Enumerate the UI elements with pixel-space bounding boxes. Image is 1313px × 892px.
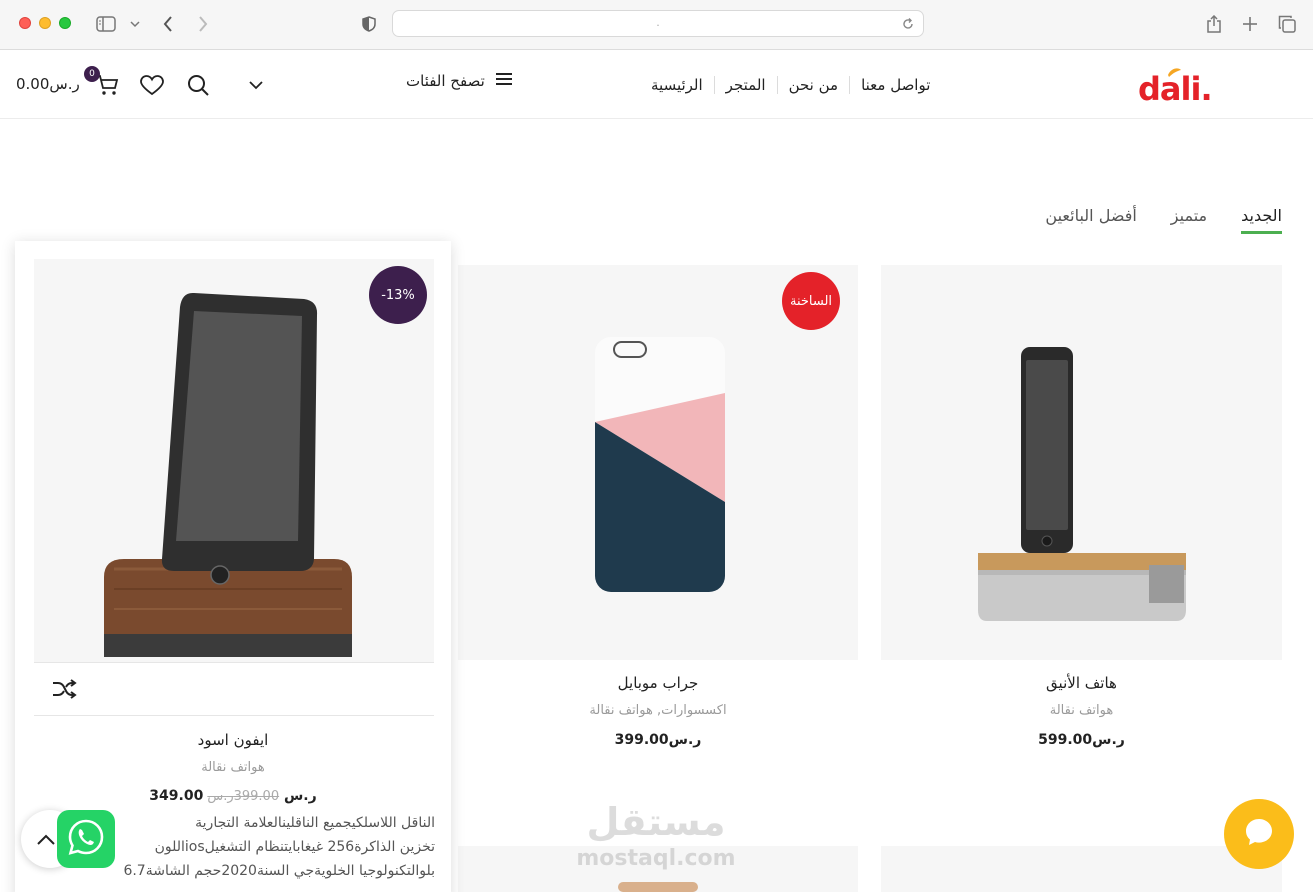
product-price: 399.00ر.س — [614, 732, 702, 748]
browser-toolbar: . — [0, 0, 1313, 50]
cart-count-badge: 0 — [84, 66, 100, 82]
search-icon[interactable] — [184, 71, 212, 99]
product-price: 599.00ر.س — [1038, 732, 1125, 748]
product-title[interactable]: هاتف الأنيق — [881, 674, 1282, 692]
new-tab-icon[interactable] — [1237, 11, 1263, 37]
product-image[interactable]: -13% — [34, 259, 434, 662]
nav-home[interactable]: الرئيسية — [640, 74, 714, 96]
chevron-up-icon — [37, 830, 55, 849]
sidebar-toggle-icon[interactable] — [93, 11, 119, 37]
divider — [34, 662, 434, 663]
watermark-arabic: مستقل — [586, 800, 726, 844]
menu-icon — [495, 71, 513, 90]
main-nav: الرئيسية المتجر من نحن تواصل معنا — [640, 73, 960, 97]
address-text: . — [656, 16, 660, 29]
product-title[interactable]: ايفون اسود — [15, 731, 451, 749]
hot-badge: الساخنة — [782, 272, 840, 330]
reload-icon[interactable] — [901, 16, 915, 35]
nav-divider — [849, 76, 851, 94]
nav-contact[interactable]: تواصل معنا — [850, 74, 941, 96]
share-icon[interactable] — [1201, 11, 1227, 37]
product-image[interactable] — [881, 846, 1282, 892]
product-categories[interactable]: اكسسوارات, هواتف نقالة — [458, 703, 858, 718]
browse-categories-label: تصفح الفئات — [406, 71, 485, 90]
shield-icon[interactable] — [356, 11, 382, 37]
watermark-latin: mostaql.com — [576, 846, 736, 871]
whatsapp-icon — [66, 817, 106, 861]
forward-icon[interactable] — [190, 11, 216, 37]
back-icon[interactable] — [155, 11, 181, 37]
svg-text:dali.: dali. — [1138, 70, 1212, 107]
heart-icon[interactable] — [138, 71, 166, 99]
nav-shop[interactable]: المتجر — [715, 74, 777, 96]
product-card-hovered[interactable]: -13% ايفون اسود هواتف نقالة 349.00ر.س 39… — [15, 241, 451, 892]
maximize-window-button[interactable] — [59, 17, 71, 29]
compare-shuffle-icon[interactable] — [51, 678, 77, 704]
product-tabs: الجديد متميز أفضل البائعين — [1045, 206, 1282, 234]
chevron-down-icon[interactable] — [242, 71, 270, 99]
mostaql-watermark: مستقل mostaql.com — [574, 800, 738, 874]
product-card[interactable]: هاتف الأنيق هواتف نقالة 599.00ر.س — [881, 265, 1282, 755]
nav-divider — [776, 76, 778, 94]
site-header: dali. الرئيسية المتجر من نحن تواصل معنا … — [0, 51, 1313, 119]
product-image[interactable] — [881, 265, 1282, 660]
chevron-down-icon[interactable] — [122, 11, 148, 37]
product-price: 349.00ر.س 399.00ر.س — [15, 788, 451, 804]
tab-new[interactable]: الجديد — [1241, 206, 1282, 234]
nav-divider — [713, 76, 715, 94]
product-categories[interactable]: هواتف نقالة — [15, 760, 451, 775]
dali-logo[interactable]: dali. — [1138, 63, 1220, 108]
tab-overview-icon[interactable] — [1274, 11, 1300, 37]
product-image[interactable]: الساخنة — [458, 265, 858, 660]
product-categories[interactable]: هواتف نقالة — [881, 703, 1282, 718]
old-price: 399.00ر.س — [207, 789, 280, 804]
chat-button[interactable] — [1224, 799, 1294, 869]
cart-total[interactable]: 0.00ر.س — [16, 75, 80, 93]
discount-badge: -13% — [369, 266, 427, 324]
minimize-window-button[interactable] — [39, 17, 51, 29]
nav-about[interactable]: من نحن — [778, 74, 850, 96]
whatsapp-button[interactable] — [57, 810, 115, 868]
tab-best-sellers[interactable]: أفضل البائعين — [1045, 206, 1136, 234]
close-window-button[interactable] — [19, 17, 31, 29]
tab-featured[interactable]: متميز — [1171, 206, 1207, 234]
product-title[interactable]: جراب موبايل — [458, 674, 858, 692]
chat-bubble-icon — [1244, 817, 1274, 851]
product-card[interactable]: الساخنة جراب موبايل اكسسوارات, هواتف نقا… — [458, 265, 858, 755]
address-bar[interactable]: . — [392, 10, 924, 37]
browse-categories-button[interactable]: تصفح الفئات — [406, 71, 513, 90]
divider — [34, 715, 434, 716]
